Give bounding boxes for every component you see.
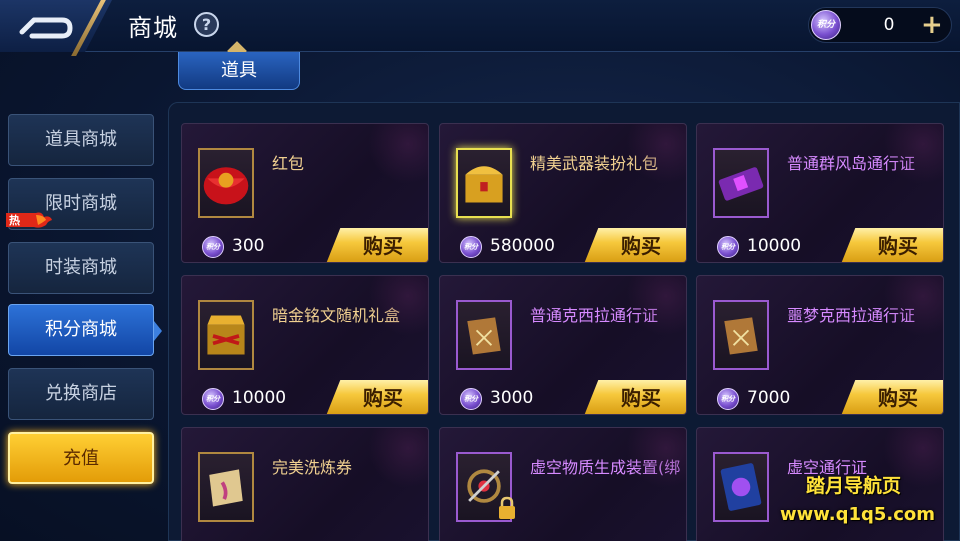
shop-item-card[interactable]: 精美武器装扮礼包 积分 580000 购买 <box>439 123 687 263</box>
item-name: 完美洗炼券 <box>272 458 353 477</box>
item-price: 10000 <box>747 236 802 256</box>
item-price: 10000 <box>232 388 287 408</box>
active-indicator-icon <box>154 321 162 341</box>
points-coin-icon: 积分 <box>717 388 739 410</box>
shop-item-card[interactable]: 虚空物质生成装置(绑 <box>439 427 687 541</box>
shop-item-card[interactable]: 红包 积分 300 购买 <box>181 123 429 263</box>
top-bar: 商城 ? 积分 0 + <box>0 0 960 56</box>
shop-item-card[interactable]: 普通群风岛通行证 积分 10000 购买 <box>696 123 944 263</box>
item-name: 红包 <box>272 154 305 173</box>
void-card-icon <box>713 452 769 522</box>
hot-badge: 热 <box>6 211 54 229</box>
shop-item-card[interactable]: 普通克西拉通行证 积分 3000 购买 <box>439 275 687 415</box>
item-price: 3000 <box>490 388 534 408</box>
currency-display: 积分 0 + <box>808 7 952 43</box>
gold-box-icon <box>198 300 254 370</box>
buy-button[interactable]: 购买 <box>326 228 428 262</box>
buy-button[interactable]: 购买 <box>841 380 943 414</box>
item-name: 普通群风岛通行证 <box>787 154 916 173</box>
treasure-chest-icon <box>456 148 512 218</box>
add-currency-button[interactable]: + <box>921 11 943 39</box>
item-name: 暗金铭文随机礼盒 <box>272 306 401 325</box>
shop-item-card[interactable]: 噩梦克西拉通行证 积分 7000 购买 <box>696 275 944 415</box>
item-name: 噩梦克西拉通行证 <box>787 306 916 325</box>
red-envelope-icon <box>198 148 254 218</box>
question-icon[interactable]: ? <box>194 12 219 37</box>
item-name: 虚空物质生成装置(绑 <box>530 458 681 477</box>
watermark-url: www.q1q5.com <box>780 504 936 525</box>
sidebar-item-points-shop[interactable]: 积分商城 <box>8 304 154 356</box>
recharge-button[interactable]: 充值 <box>8 432 154 484</box>
scroll-icon <box>456 300 512 370</box>
points-coin-icon: 积分 <box>202 236 224 258</box>
tab-props[interactable]: 道具 <box>178 52 300 90</box>
points-coin-icon: 积分 <box>202 388 224 410</box>
hot-badge-label: 热 <box>9 214 20 227</box>
back-arrow-icon <box>19 17 73 39</box>
sidebar: 道具商城 限时商城 时装商城 积分商城 兑换商店 充值 <box>0 100 168 541</box>
shop-item-card[interactable]: 暗金铭文随机礼盒 积分 10000 购买 <box>181 275 429 415</box>
scroll-icon <box>713 300 769 370</box>
shop-item-card[interactable]: 完美洗炼券 <box>181 427 429 541</box>
currency-value: 0 <box>883 15 895 35</box>
buy-button[interactable]: 购买 <box>326 380 428 414</box>
item-price: 580000 <box>490 236 555 256</box>
points-coin-icon: 积分 <box>460 388 482 410</box>
points-coin-icon: 积分 <box>717 236 739 258</box>
points-coin-icon: 积分 <box>460 236 482 258</box>
scroll-icon <box>198 452 254 522</box>
buy-button[interactable]: 购买 <box>584 380 686 414</box>
lock-icon <box>496 496 518 520</box>
item-name: 精美武器装扮礼包 <box>530 154 659 173</box>
item-price: 300 <box>232 236 265 256</box>
ticket-icon <box>713 148 769 218</box>
watermark-title: 踏月导航页 <box>806 475 902 497</box>
page-title: 商城 <box>128 14 178 42</box>
buy-button[interactable]: 购买 <box>584 228 686 262</box>
sidebar-item-props-shop[interactable]: 道具商城 <box>8 114 154 166</box>
sidebar-item-exchange-shop[interactable]: 兑换商店 <box>8 368 154 420</box>
buy-button[interactable]: 购买 <box>841 228 943 262</box>
item-price: 7000 <box>747 388 791 408</box>
back-button[interactable] <box>0 0 112 52</box>
points-coin-icon: 积分 <box>811 10 841 40</box>
item-name: 普通克西拉通行证 <box>530 306 659 325</box>
sidebar-item-fashion-shop[interactable]: 时装商城 <box>8 242 154 294</box>
